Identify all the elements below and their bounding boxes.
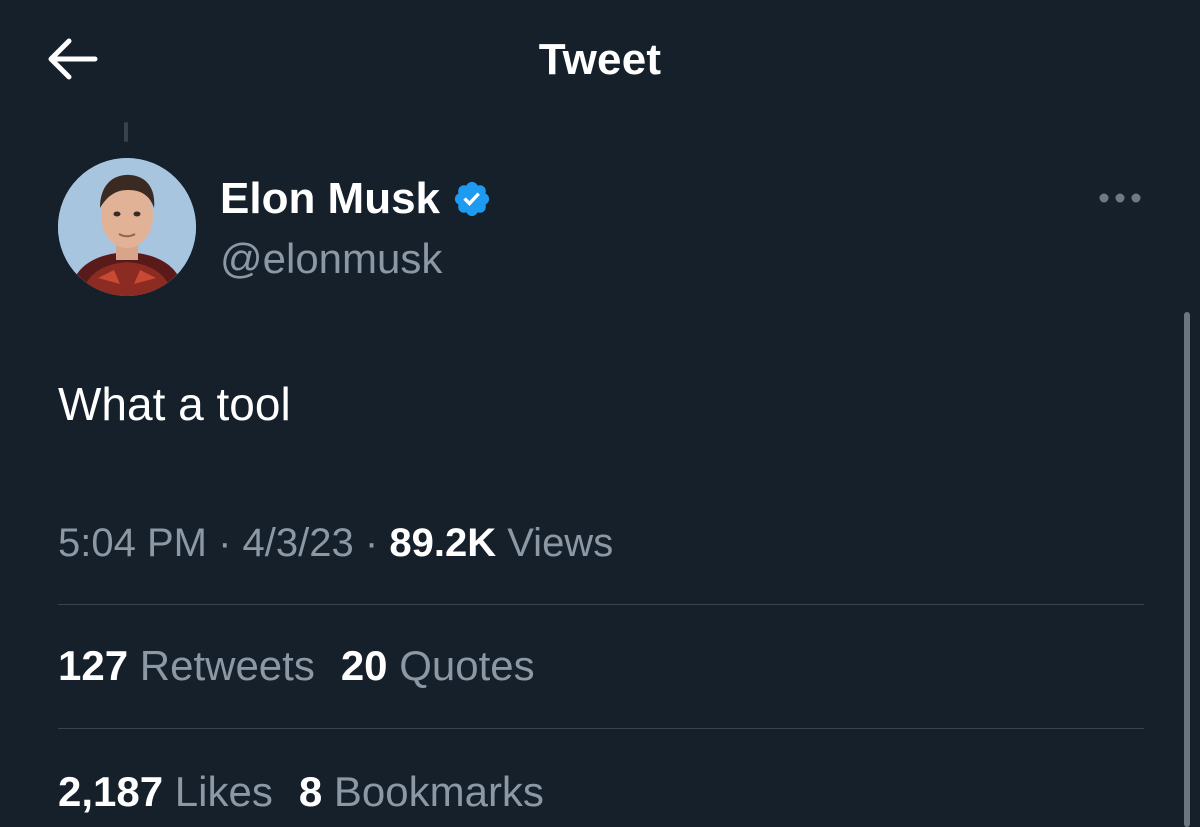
tweet-date[interactable]: 4/3/23 bbox=[243, 521, 354, 565]
tweet-time[interactable]: 5:04 PM bbox=[58, 521, 207, 565]
stats-row-likes-bookmarks: 2,187 Likes 8 Bookmarks bbox=[58, 766, 544, 818]
tweet-text: What a tool bbox=[58, 378, 291, 430]
bookmarks-count: 8 bbox=[298, 768, 323, 815]
bookmarks-stat[interactable]: 8 Bookmarks bbox=[299, 766, 544, 818]
meta-separator: · bbox=[364, 521, 379, 565]
meta-separator: · bbox=[218, 521, 232, 565]
tweet-meta: 5:04 PM · 4/3/23 · 89.2K Views bbox=[58, 518, 613, 568]
likes-label: Likes bbox=[174, 768, 273, 815]
verified-badge-icon[interactable] bbox=[452, 179, 492, 219]
user-info: Elon Musk @elonmusk bbox=[220, 172, 492, 286]
thread-connector-line bbox=[124, 122, 128, 142]
divider bbox=[58, 604, 1144, 605]
top-bar: Tweet bbox=[0, 0, 1200, 120]
scrollbar[interactable] bbox=[1184, 312, 1190, 827]
avatar[interactable] bbox=[58, 158, 196, 296]
bookmarks-label: Bookmarks bbox=[333, 768, 544, 815]
quotes-count: 20 bbox=[340, 642, 388, 689]
display-name[interactable]: Elon Musk bbox=[220, 172, 440, 226]
more-horizontal-icon bbox=[1099, 193, 1141, 203]
quotes-label: Quotes bbox=[399, 642, 535, 689]
retweets-stat[interactable]: 127 Retweets bbox=[58, 640, 315, 692]
quotes-stat[interactable]: 20 Quotes bbox=[341, 640, 535, 692]
divider bbox=[58, 728, 1144, 729]
user-handle[interactable]: @elonmusk bbox=[220, 232, 492, 286]
views-count: 89.2K bbox=[389, 521, 497, 565]
retweets-label: Retweets bbox=[139, 642, 315, 689]
likes-count: 2,187 bbox=[58, 768, 164, 815]
views-label: Views bbox=[507, 521, 614, 565]
more-options-button[interactable] bbox=[1092, 180, 1148, 216]
retweets-count: 127 bbox=[58, 642, 129, 689]
page-title: Tweet bbox=[538, 35, 662, 84]
stats-row-retweets-quotes: 127 Retweets 20 Quotes bbox=[58, 640, 535, 692]
likes-stat[interactable]: 2,187 Likes bbox=[58, 766, 273, 818]
